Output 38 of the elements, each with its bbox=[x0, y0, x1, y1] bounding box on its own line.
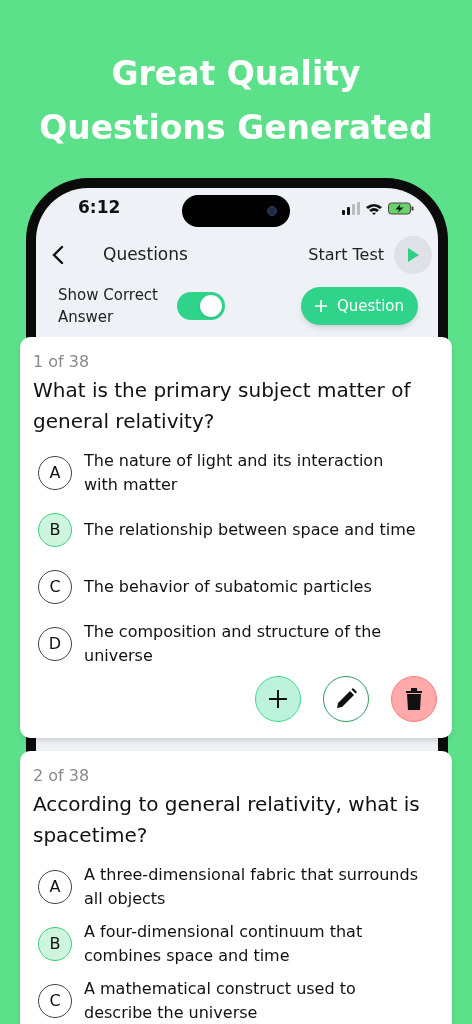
option-letter[interactable]: B bbox=[38, 927, 72, 961]
edit-button[interactable] bbox=[323, 676, 369, 722]
battery-icon bbox=[388, 201, 414, 215]
option-text: The composition and structure of the universe bbox=[84, 621, 383, 667]
add-button[interactable] bbox=[255, 676, 301, 722]
pencil-icon bbox=[335, 688, 357, 710]
option-text: The nature of light and its interaction with matter bbox=[84, 450, 385, 496]
option-letter[interactable]: C bbox=[38, 984, 72, 1018]
question-counter: 1 of 38 bbox=[33, 351, 91, 373]
plus-icon bbox=[268, 689, 288, 709]
headline: Questions Generated bbox=[39, 107, 433, 149]
status-time: 6:12 bbox=[78, 196, 121, 220]
question-text: What is the primary subject matter of general relativity? bbox=[33, 377, 412, 435]
start-test-link[interactable]: Start Test bbox=[308, 243, 384, 267]
headline: Great Quality bbox=[111, 53, 361, 95]
screen-title: Questions bbox=[103, 243, 188, 267]
delete-button[interactable] bbox=[391, 676, 437, 722]
option-text: A four-dimensional continuum that combines space and time bbox=[84, 921, 364, 967]
option-text: The behavior of subatomic particles bbox=[84, 576, 373, 598]
camera-icon bbox=[267, 206, 277, 216]
plus-icon bbox=[314, 300, 327, 312]
option-letter[interactable]: B bbox=[38, 513, 72, 547]
toggle-label: Show Correct Answer bbox=[58, 285, 159, 328]
option-letter[interactable]: C bbox=[38, 570, 72, 604]
question-text: According to general relativity, what is spacetime? bbox=[33, 791, 421, 849]
signal-icon bbox=[342, 201, 360, 215]
trash-icon bbox=[405, 688, 423, 710]
wifi-icon bbox=[366, 201, 382, 215]
option-letter[interactable]: A bbox=[38, 870, 72, 904]
play-icon bbox=[407, 248, 419, 262]
chevron-left-icon bbox=[52, 245, 64, 265]
option-letter[interactable]: A bbox=[38, 456, 72, 490]
option-text: The relationship between space and time bbox=[84, 519, 417, 541]
option-text: A three-dimensional fabric that surrounds all objects bbox=[84, 864, 419, 910]
question-counter: 2 of 38 bbox=[33, 765, 91, 787]
option-text: A mathematical construct used to describe the universe bbox=[84, 978, 357, 1024]
toggle-switch[interactable] bbox=[177, 292, 225, 320]
option-letter[interactable]: D bbox=[38, 627, 72, 661]
